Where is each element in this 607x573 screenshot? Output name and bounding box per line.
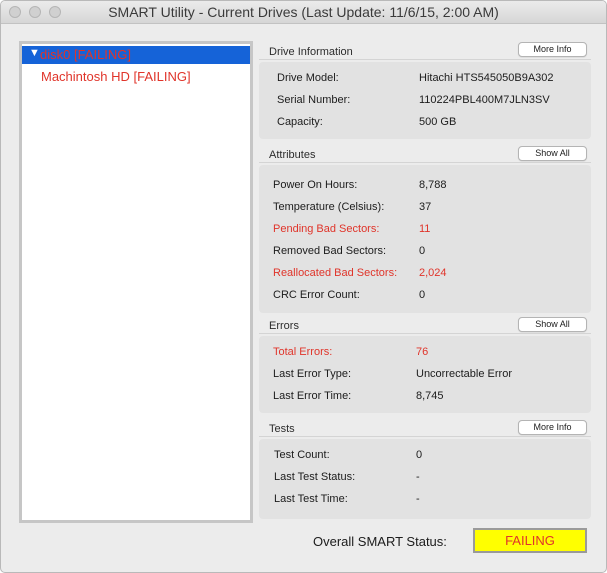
section-title-drive-information: Drive Information xyxy=(269,46,353,58)
drive-model-label: Drive Model: xyxy=(277,72,339,84)
serial-number-label: Serial Number: xyxy=(277,94,351,106)
pending-bad-sectors-label: Pending Bad Sectors: xyxy=(273,223,380,235)
last-test-time-label: Last Test Time: xyxy=(274,493,348,505)
drive-item-label: disk0 [FAILING] xyxy=(40,47,132,62)
last-error-type-value: Uncorrectable Error xyxy=(416,368,512,380)
temperature-value: 37 xyxy=(419,201,432,213)
power-on-hours-label: Power On Hours: xyxy=(273,179,358,191)
section-title-tests: Tests xyxy=(269,423,295,435)
removed-bad-sectors-label: Removed Bad Sectors: xyxy=(273,245,387,257)
overall-status-badge: FAILING xyxy=(473,528,587,553)
drive-list[interactable]: ▼ disk0 [FAILING] Machintosh HD [FAILING… xyxy=(19,41,253,523)
overall-status-label: Overall SMART Status: xyxy=(313,534,447,549)
last-error-time-value: 8,745 xyxy=(416,390,444,402)
drive-model-value: Hitachi HTS545050B9A302 xyxy=(419,72,554,84)
last-test-status-value: - xyxy=(416,471,420,483)
crc-error-count-value: 0 xyxy=(419,289,426,301)
attributes-show-all-button[interactable]: Show All xyxy=(518,146,587,161)
last-test-status-label: Last Test Status: xyxy=(274,471,356,483)
section-title-attributes: Attributes xyxy=(269,149,316,161)
tests-more-info-button[interactable]: More Info xyxy=(518,420,587,435)
pending-bad-sectors-value: 11 xyxy=(419,223,431,235)
disclosure-triangle-icon[interactable]: ▼ xyxy=(29,47,40,59)
drive-item-label: Machintosh HD [FAILING] xyxy=(41,69,191,84)
crc-error-count-label: CRC Error Count: xyxy=(273,289,360,301)
total-errors-value: 76 xyxy=(416,346,429,358)
capacity-label: Capacity: xyxy=(277,116,323,128)
section-divider xyxy=(259,59,591,60)
last-error-type-label: Last Error Type: xyxy=(273,368,352,380)
app-window: SMART Utility - Current Drives (Last Upd… xyxy=(0,0,607,573)
errors-show-all-button[interactable]: Show All xyxy=(518,317,587,332)
window-title: SMART Utility - Current Drives (Last Upd… xyxy=(108,4,499,20)
test-count-label: Test Count: xyxy=(274,449,330,461)
capacity-value: 500 GB xyxy=(419,116,457,128)
drive-item-disk0[interactable]: ▼ disk0 [FAILING] xyxy=(22,46,250,64)
section-title-errors: Errors xyxy=(269,320,299,332)
power-on-hours-value: 8,788 xyxy=(419,179,447,191)
last-error-time-label: Last Error Time: xyxy=(273,390,352,402)
section-divider xyxy=(259,162,591,163)
drive-more-info-button[interactable]: More Info xyxy=(518,42,587,57)
drive-item-macintosh-hd[interactable]: Machintosh HD [FAILING] xyxy=(22,68,250,86)
removed-bad-sectors-value: 0 xyxy=(419,245,426,257)
reallocated-bad-sectors-value: 2,024 xyxy=(419,267,447,279)
section-divider xyxy=(259,436,591,437)
test-count-value: 0 xyxy=(416,449,423,461)
section-divider xyxy=(259,333,591,334)
serial-number-value: 110224PBL400M7JLN3SV xyxy=(419,94,550,106)
temperature-label: Temperature (Celsius): xyxy=(273,201,385,213)
title-bar: SMART Utility - Current Drives (Last Upd… xyxy=(1,1,606,24)
reallocated-bad-sectors-label: Reallocated Bad Sectors: xyxy=(273,267,398,279)
last-test-time-value: - xyxy=(416,493,420,505)
total-errors-label: Total Errors: xyxy=(273,346,333,358)
